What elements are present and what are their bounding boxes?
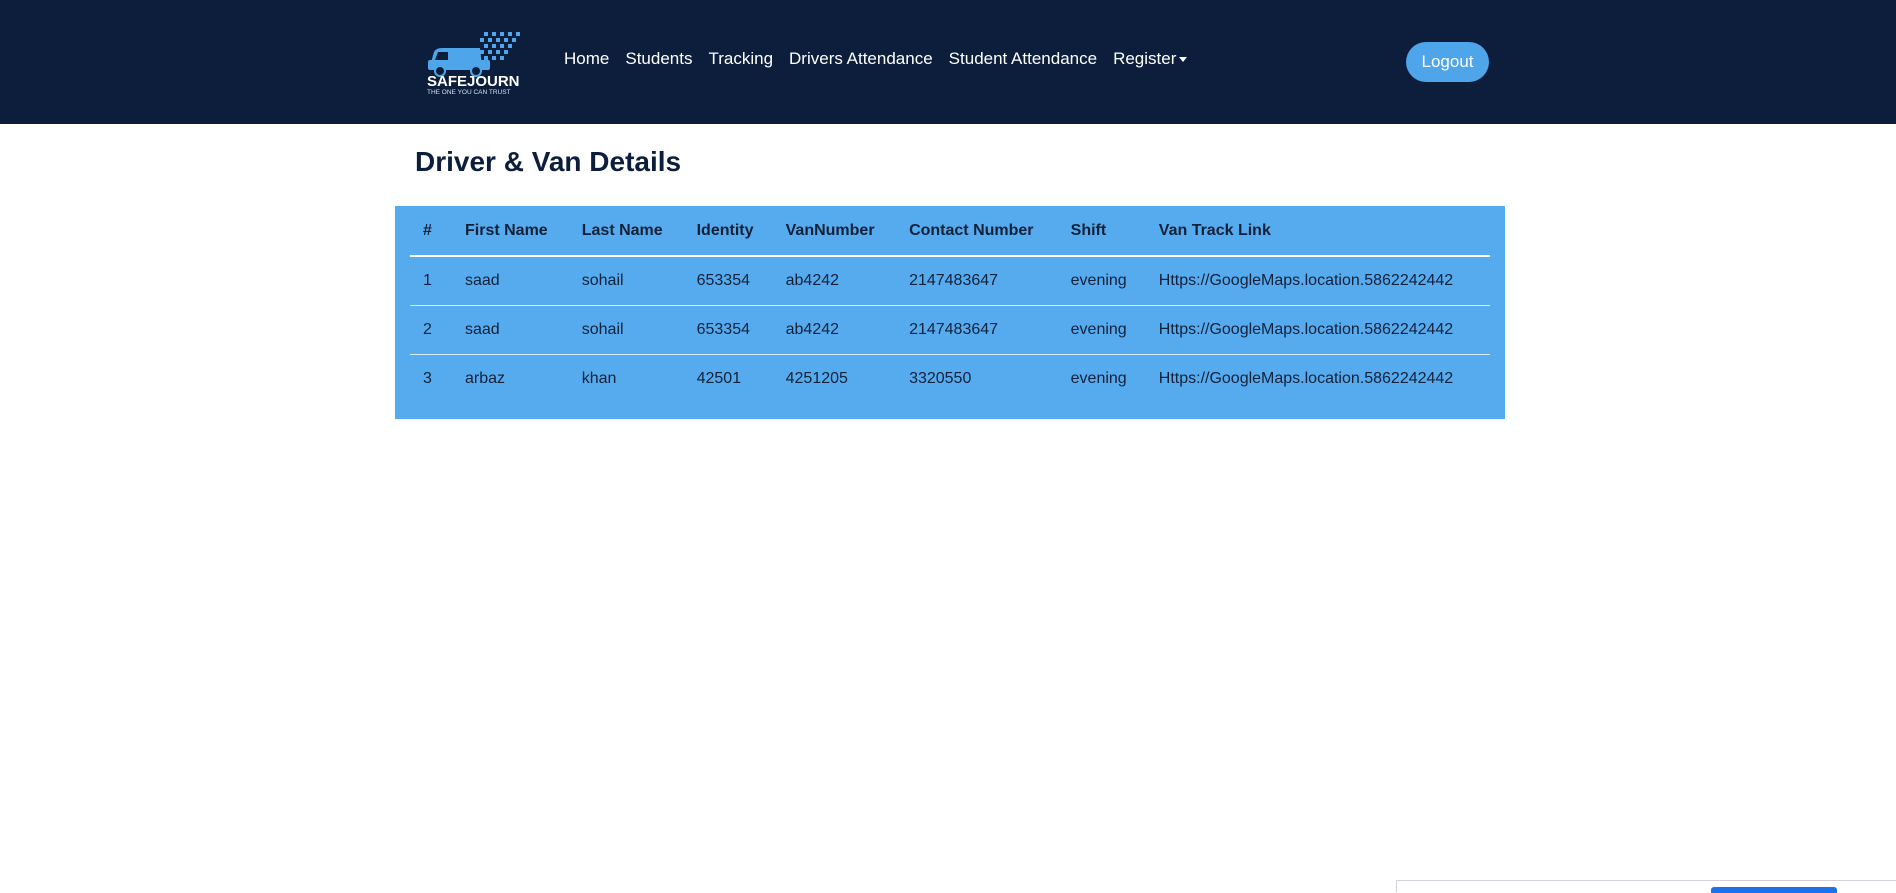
floating-widget-edge <box>1396 880 1896 893</box>
column-header: Shift <box>1057 206 1146 257</box>
table-cell: evening <box>1057 305 1146 355</box>
driver-van-table: # First Name Last Name Identity VanNumbe… <box>410 206 1490 403</box>
table-cell: 2147483647 <box>896 305 1058 355</box>
table-cell: khan <box>581 370 617 387</box>
table-cell: Https://GoogleMaps.location.5862242442 <box>1145 256 1490 306</box>
table-cell: evening <box>1070 370 1127 387</box>
column-header: Last Name <box>568 206 684 257</box>
table-cell: ab4242 <box>772 256 897 306</box>
van-icon: SAFEJOURN THE ONE YOU CAN TRUST <box>427 32 520 96</box>
table-cell: 42501 <box>696 370 742 387</box>
table-cell: 1 <box>410 256 452 306</box>
logo-tagline: THE ONE YOU CAN TRUST <box>427 89 511 96</box>
table-cell: Https://GoogleMaps.location.5862242442 <box>1145 305 1490 355</box>
table-cell: arbaz <box>465 370 506 387</box>
nav-tracking[interactable]: Tracking <box>708 49 773 69</box>
table-cell: sohail <box>568 256 684 306</box>
table-cell: ab4242 <box>772 305 897 355</box>
table-cell: 2 <box>410 305 452 355</box>
column-header: Identity <box>683 206 773 257</box>
column-header: Van Track Link <box>1145 206 1490 257</box>
floating-widget-button[interactable] <box>1711 887 1837 893</box>
table-row: 1 saad sohail 653354 ab4242 2147483647 e… <box>410 256 1490 306</box>
column-header: # <box>410 206 452 257</box>
main-nav: Home Students Tracking Drivers Attendanc… <box>564 49 1203 69</box>
logo-brand: SAFEJOURN <box>427 73 520 90</box>
table-cell: sohail <box>568 305 684 355</box>
table-cell: saad <box>452 305 569 355</box>
table-cell: evening <box>1057 256 1146 306</box>
table-header-row: # First Name Last Name Identity VanNumbe… <box>410 206 1490 257</box>
nav-home[interactable]: Home <box>564 49 609 69</box>
nav-drivers-attendance[interactable]: Drivers Attendance <box>789 49 933 69</box>
column-header: Contact Number <box>896 206 1058 257</box>
driver-van-table-container: # First Name Last Name Identity VanNumbe… <box>395 206 1505 419</box>
navbar: SAFEJOURN THE ONE YOU CAN TRUST Home Stu… <box>0 0 1896 124</box>
caret-down-icon <box>1179 57 1188 63</box>
table-cell: 3 <box>423 370 432 387</box>
table-cell: Https://GoogleMaps.location.5862242442 <box>1158 370 1454 387</box>
column-header: First Name <box>452 206 569 257</box>
table-cell: saad <box>452 256 569 306</box>
table-row: 3 arbaz khan 42501 4251205 3320550 eveni… <box>410 355 1490 404</box>
table-cell: 653354 <box>683 256 773 306</box>
table-cell: 4251205 <box>785 370 848 387</box>
table-cell: 3320550 <box>909 370 972 387</box>
page-title: Driver & Van Details <box>415 146 682 177</box>
table-cell: 653354 <box>683 305 773 355</box>
nav-register-dropdown[interactable]: Register <box>1113 49 1188 69</box>
logout-button[interactable]: Logout <box>1406 42 1489 82</box>
safejourn-logo[interactable]: SAFEJOURN THE ONE YOU CAN TRUST <box>424 30 528 96</box>
nav-register-label: Register <box>1113 49 1177 68</box>
nav-student-attendance[interactable]: Student Attendance <box>949 49 1097 69</box>
table-cell: 2147483647 <box>896 256 1058 306</box>
column-header: VanNumber <box>772 206 897 257</box>
table-row: 2 saad sohail 653354 ab4242 2147483647 e… <box>410 305 1490 355</box>
nav-students[interactable]: Students <box>625 49 692 69</box>
